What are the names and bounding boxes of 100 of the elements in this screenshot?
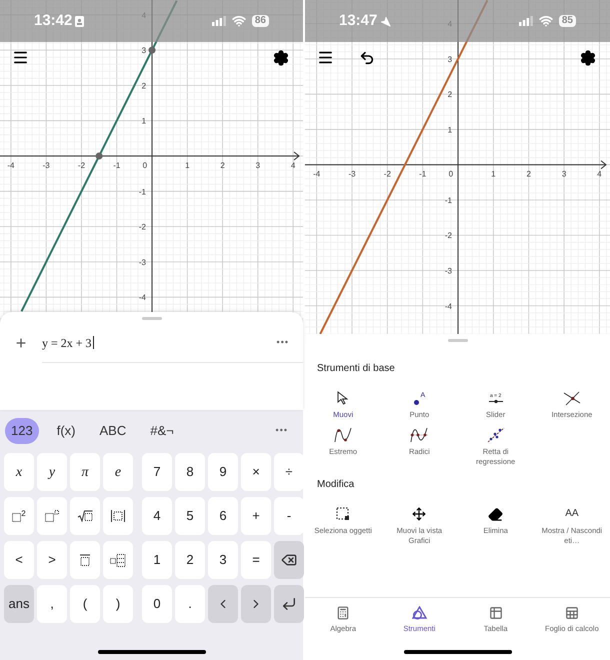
table-icon bbox=[488, 606, 503, 620]
origin-label: 0 bbox=[142, 161, 148, 170]
key-button[interactable]: ÷ bbox=[274, 453, 304, 491]
undo-button[interactable] bbox=[359, 50, 375, 66]
key-button[interactable]: - bbox=[274, 497, 304, 535]
tick-label: -3 bbox=[444, 266, 452, 276]
key-button[interactable]: 2 bbox=[175, 541, 205, 579]
tick-label: -3 bbox=[138, 258, 146, 267]
cursor-icon bbox=[337, 391, 350, 405]
keyboard-tab[interactable]: ABC bbox=[93, 418, 132, 444]
status-time: 13:42 bbox=[34, 10, 72, 31]
section-heading: Strumenti di base bbox=[317, 362, 396, 376]
settings-button[interactable] bbox=[273, 50, 289, 66]
key-button[interactable]: 5 bbox=[175, 497, 205, 535]
key-button[interactable]: y bbox=[37, 453, 67, 491]
origin-label: 0 bbox=[448, 170, 454, 179]
tick-label: 4 bbox=[290, 161, 296, 170]
extremum-curve-icon bbox=[334, 427, 352, 443]
more-button[interactable]: ••• bbox=[276, 424, 288, 438]
label-icon: AA bbox=[565, 508, 579, 520]
key-button[interactable] bbox=[70, 497, 100, 535]
key-button[interactable]: 1 bbox=[142, 541, 172, 579]
status-time: 13:47 bbox=[339, 10, 378, 31]
key-button[interactable] bbox=[274, 541, 304, 579]
settings-button[interactable] bbox=[580, 50, 596, 66]
key-button[interactable]: ( bbox=[70, 585, 100, 623]
point-marker[interactable] bbox=[148, 46, 156, 54]
key-button[interactable]: < bbox=[4, 541, 34, 579]
overline-template-icon bbox=[80, 554, 90, 566]
key-button[interactable]: ans bbox=[4, 585, 34, 623]
keyboard-tab[interactable]: f(x) bbox=[50, 418, 82, 444]
tick-label: 4 bbox=[597, 170, 602, 179]
key-button[interactable]: 4 bbox=[142, 497, 172, 535]
intersection-icon bbox=[562, 390, 581, 406]
key-button[interactable]: = bbox=[241, 541, 271, 579]
tick-label: -1 bbox=[444, 196, 452, 205]
keyboard-tab[interactable]: #&¬ bbox=[144, 418, 180, 444]
tick-label: -3 bbox=[42, 161, 50, 170]
tick-label: 3 bbox=[256, 161, 260, 170]
tick-label: 3 bbox=[448, 54, 452, 64]
key-button[interactable]: 0 bbox=[142, 585, 172, 623]
tick-label: 2 bbox=[526, 170, 531, 179]
key-button[interactable]: x bbox=[4, 453, 34, 491]
key-button[interactable]: π bbox=[70, 453, 100, 491]
point-marker[interactable] bbox=[96, 152, 103, 160]
square-root-icon bbox=[77, 510, 93, 522]
tick-label: 2 bbox=[448, 90, 452, 100]
tick-label: -2 bbox=[444, 231, 452, 240]
input-field[interactable]: y = 2x + 3 ••• bbox=[42, 323, 303, 363]
add-button[interactable]: + bbox=[0, 330, 42, 356]
tick-label: 3 bbox=[562, 170, 566, 179]
key-button[interactable]: > bbox=[37, 541, 67, 579]
more-button[interactable]: ••• bbox=[276, 336, 289, 350]
key-button[interactable]: e bbox=[103, 453, 133, 491]
signal-icon bbox=[518, 16, 533, 26]
tick-label: 2 bbox=[142, 81, 146, 90]
tick-label: -4 bbox=[444, 302, 452, 311]
eraser-icon bbox=[488, 506, 504, 522]
tick-label: -1 bbox=[138, 187, 146, 196]
battery-indicator: 85 bbox=[558, 15, 576, 27]
menu-button[interactable] bbox=[12, 49, 29, 66]
tick-label: 2 bbox=[220, 161, 225, 170]
key-button[interactable]: ) bbox=[103, 585, 133, 623]
keyboard-tab[interactable]: 123 bbox=[5, 418, 39, 444]
key-button[interactable]: 8 bbox=[175, 453, 205, 491]
key-button[interactable] bbox=[103, 541, 133, 579]
drag-handle[interactable] bbox=[448, 339, 468, 342]
matrix-icon bbox=[110, 554, 126, 566]
key-button[interactable]: 3 bbox=[208, 541, 238, 579]
key-button[interactable]: 2 bbox=[4, 497, 34, 535]
tick-label: -1 bbox=[419, 170, 426, 179]
key-button[interactable]: 6 bbox=[208, 497, 238, 535]
tick-label: 3 bbox=[142, 46, 146, 56]
key-button[interactable]: 9 bbox=[208, 453, 238, 491]
tick-label: -4 bbox=[7, 161, 14, 170]
placeholder-box-icon bbox=[12, 513, 22, 522]
key-button[interactable]: × bbox=[241, 453, 271, 491]
key-button[interactable]: + bbox=[241, 497, 271, 535]
key-button[interactable]: , bbox=[37, 585, 67, 623]
drag-handle[interactable] bbox=[142, 317, 162, 320]
regression-line-icon bbox=[486, 427, 505, 443]
key-button[interactable]: 7 bbox=[142, 453, 172, 491]
text-cursor bbox=[92, 336, 94, 349]
section-heading: Modifica bbox=[317, 478, 356, 492]
tick-label: 1 bbox=[448, 125, 452, 134]
tick-label: -2 bbox=[78, 161, 86, 170]
tick-label: -4 bbox=[313, 170, 320, 179]
tick-label: -2 bbox=[138, 222, 146, 232]
tick-label: -3 bbox=[348, 170, 356, 179]
menu-button[interactable] bbox=[317, 49, 334, 66]
key-button[interactable] bbox=[70, 541, 100, 579]
key-button[interactable] bbox=[103, 497, 133, 535]
tick-label: -1 bbox=[113, 161, 120, 170]
key-button[interactable] bbox=[274, 585, 304, 623]
tick-label: -4 bbox=[138, 293, 146, 302]
tick-label: 1 bbox=[185, 161, 190, 170]
key-button[interactable]: . bbox=[175, 585, 205, 623]
backspace-icon bbox=[281, 552, 297, 568]
roots-curve-icon bbox=[410, 427, 428, 443]
wifi-icon bbox=[232, 14, 246, 28]
